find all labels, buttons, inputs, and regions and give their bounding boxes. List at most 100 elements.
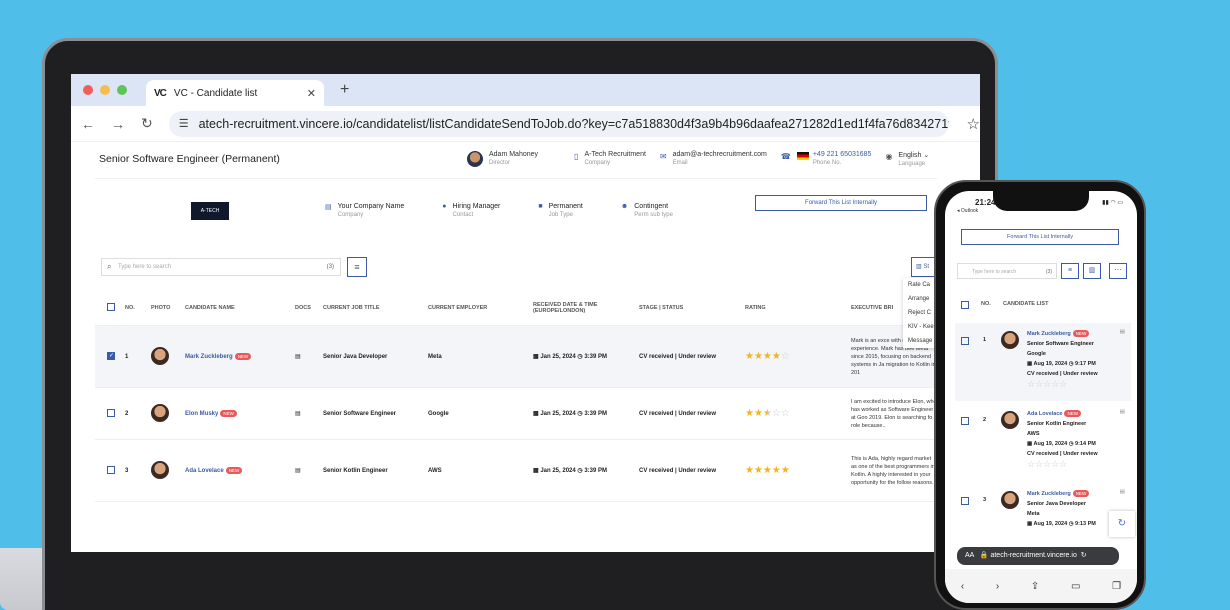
col-received-date[interactable]: RECEIVED DATE & TIME (EUROPE/LONDON) <box>533 302 639 314</box>
star-rating[interactable]: ★★★☆☆ <box>745 408 851 419</box>
card-manager: ● Hiring Manager Contact <box>442 203 500 218</box>
new-tab-icon[interactable]: + <box>340 81 349 99</box>
candidate-name-link[interactable]: Mark Zuckleberg <box>1027 331 1071 337</box>
document-icon: ▤ <box>325 204 332 211</box>
list-item[interactable]: 1 Mark Zuckleberg NEW Senior Software Eng… <box>955 323 1131 401</box>
minimize-window-button[interactable] <box>100 85 110 95</box>
table-row[interactable]: 3 Ada Lovelace NEW ▤ Senior Kotlin Engine… <box>95 440 937 502</box>
col-employer[interactable]: CURRENT EMPLOYER <box>428 305 533 311</box>
back-to-app-link[interactable]: ◂ Outlook <box>957 208 978 214</box>
star-rating[interactable]: ☆☆☆☆☆ <box>1027 379 1098 389</box>
candidate-name-link[interactable]: Mark Zuckleberg <box>185 354 233 360</box>
company-logo: A-TECH <box>191 201 229 220</box>
new-badge: NEW <box>234 352 252 360</box>
mail-icon: ✉ <box>659 152 667 161</box>
reload-icon[interactable]: ↻ <box>1081 552 1087 559</box>
tab-candidate-list[interactable]: VC VC - Candidate list ✕ <box>146 80 324 106</box>
candidate-name-link[interactable]: Elon Musky <box>185 411 218 417</box>
close-tab-icon[interactable]: ✕ <box>307 87 316 100</box>
phone-search-input[interactable]: Type here to search (3) <box>957 263 1057 279</box>
forward-icon[interactable]: › <box>996 581 999 592</box>
col-job-title[interactable]: CURRENT JOB TITLE <box>323 305 428 311</box>
row-number: 2 <box>983 417 987 423</box>
star-rating[interactable]: ★★★★★ <box>745 465 851 476</box>
candidate-table: NO. PHOTO CANDIDATE NAME DOCS CURRENT JO… <box>95 290 937 502</box>
phone-info: ☎ +49 221 65031685 Phone No. <box>781 151 872 166</box>
job-title: Senior Software Engineer <box>323 410 397 417</box>
recaptcha-icon[interactable]: ↻ <box>1109 511 1135 537</box>
phone-icon: ☎ <box>780 152 791 161</box>
received-time: 9:17 PM <box>1075 361 1096 367</box>
col-candidate-name[interactable]: CANDIDATE NAME <box>185 305 295 311</box>
phone-forward-list-button[interactable]: Forward This List Internally <box>961 229 1119 245</box>
new-badge: NEW <box>1072 330 1090 337</box>
language-selector[interactable]: ◉ English ⌄ Language <box>885 151 929 167</box>
card-sub-type-label: Perm sub type <box>634 212 673 218</box>
phone-stats-button[interactable]: ▥ <box>1083 263 1101 279</box>
row-checkbox[interactable] <box>961 497 969 505</box>
card-sub-type-value: Contingent <box>634 203 669 210</box>
doc-icon[interactable]: ▤ <box>1120 329 1125 335</box>
col-stage-status[interactable]: STAGE | STATUS <box>639 305 745 311</box>
clock-icon: ◷ <box>577 411 583 417</box>
doc-icon[interactable]: ▤ <box>1120 489 1125 495</box>
forward-list-button[interactable]: Forward This List Internally <box>755 195 927 211</box>
bookmark-star-icon[interactable]: ☆ <box>967 115 980 133</box>
received-date: Jan 25, 2024 <box>540 411 576 417</box>
tabs-icon[interactable]: ❐ <box>1112 581 1121 592</box>
email-info: ✉ adam@a-techrecruitment.com Email <box>660 151 767 166</box>
candidate-name-link[interactable]: Mark Zuckleberg <box>1027 491 1071 497</box>
row-checkbox[interactable] <box>107 408 115 417</box>
table-row[interactable]: 1 Mark ZucklebergNEW ▤ Senior Java Devel… <box>95 326 937 388</box>
card-sub-type: ☻ Contingent Perm sub type <box>621 203 673 218</box>
row-checkbox[interactable] <box>961 337 969 345</box>
maximize-window-button[interactable] <box>117 85 127 95</box>
list-item[interactable]: 2 Ada Lovelace NEW Senior Kotlin Engineer… <box>955 403 1131 481</box>
phone-url: atech-recruitment.vincere.io <box>990 552 1077 559</box>
doc-icon[interactable]: ▤ <box>1120 409 1125 415</box>
url-field[interactable]: ☰ atech-recruitment.vincere.io/candidate… <box>168 110 949 137</box>
candidate-name-link[interactable]: Ada Lovelace <box>185 468 224 474</box>
forward-icon[interactable]: → <box>111 116 125 132</box>
filter-button[interactable]: ≡ <box>347 257 367 277</box>
received-time: 9:13 PM <box>1075 521 1096 527</box>
star-rating[interactable]: ☆☆☆☆☆ <box>1027 459 1098 469</box>
doc-icon[interactable]: ▤ <box>295 353 323 360</box>
contact-role: Director <box>489 160 511 166</box>
language-label: Language <box>898 161 926 167</box>
page-content: Senior Software Engineer (Permanent) Ada… <box>71 142 980 552</box>
email-value[interactable]: adam@a-techrecruitment.com <box>673 151 767 158</box>
candidate-name-link[interactable]: Ada Lovelace <box>1027 411 1062 417</box>
germany-flag-icon <box>796 152 809 160</box>
phone-more-button[interactable]: ⋯ <box>1109 263 1127 279</box>
phone-address-bar[interactable]: AA 🔒 atech-recruitment.vincere.io ↻ <box>957 547 1119 565</box>
reload-icon[interactable]: ↻ <box>141 115 153 132</box>
col-rating[interactable]: RATING <box>745 305 851 311</box>
row-checkbox[interactable] <box>107 351 115 360</box>
close-window-button[interactable] <box>83 85 93 95</box>
site-settings-icon[interactable]: ☰ <box>179 117 189 130</box>
people-icon: ☻ <box>620 203 629 210</box>
card-company: ▤ Your Company Name Company <box>325 203 404 218</box>
row-checkbox[interactable] <box>961 417 969 425</box>
doc-icon[interactable]: ▤ <box>295 410 323 417</box>
bar-chart-icon: ▥ <box>916 264 922 270</box>
back-icon[interactable]: ← <box>81 116 95 132</box>
language-value: English <box>898 152 922 159</box>
bookmarks-icon[interactable]: ▭ <box>1071 581 1080 592</box>
select-all-checkbox[interactable] <box>107 302 115 311</box>
star-rating[interactable]: ★★★★☆ <box>745 351 851 362</box>
search-input[interactable]: ⌕ Type here to search (3) <box>101 258 341 276</box>
email-label: Email <box>672 160 688 166</box>
table-row[interactable]: 2 Elon Musky NEW ▤ Senior Software Engine… <box>95 388 937 440</box>
text-size-button[interactable]: AA <box>965 552 974 559</box>
phone-value[interactable]: +49 221 65031685 <box>813 151 872 158</box>
phone-filter-button[interactable]: ≡ <box>1061 263 1079 279</box>
phone-select-all-checkbox[interactable] <box>961 301 969 309</box>
doc-icon[interactable]: ▤ <box>295 467 323 474</box>
share-icon[interactable]: ⇪ <box>1031 581 1039 592</box>
back-icon[interactable]: ‹ <box>961 581 964 592</box>
stats-label: St <box>923 264 930 270</box>
col-photo: PHOTO <box>151 304 171 311</box>
row-checkbox[interactable] <box>107 465 115 474</box>
